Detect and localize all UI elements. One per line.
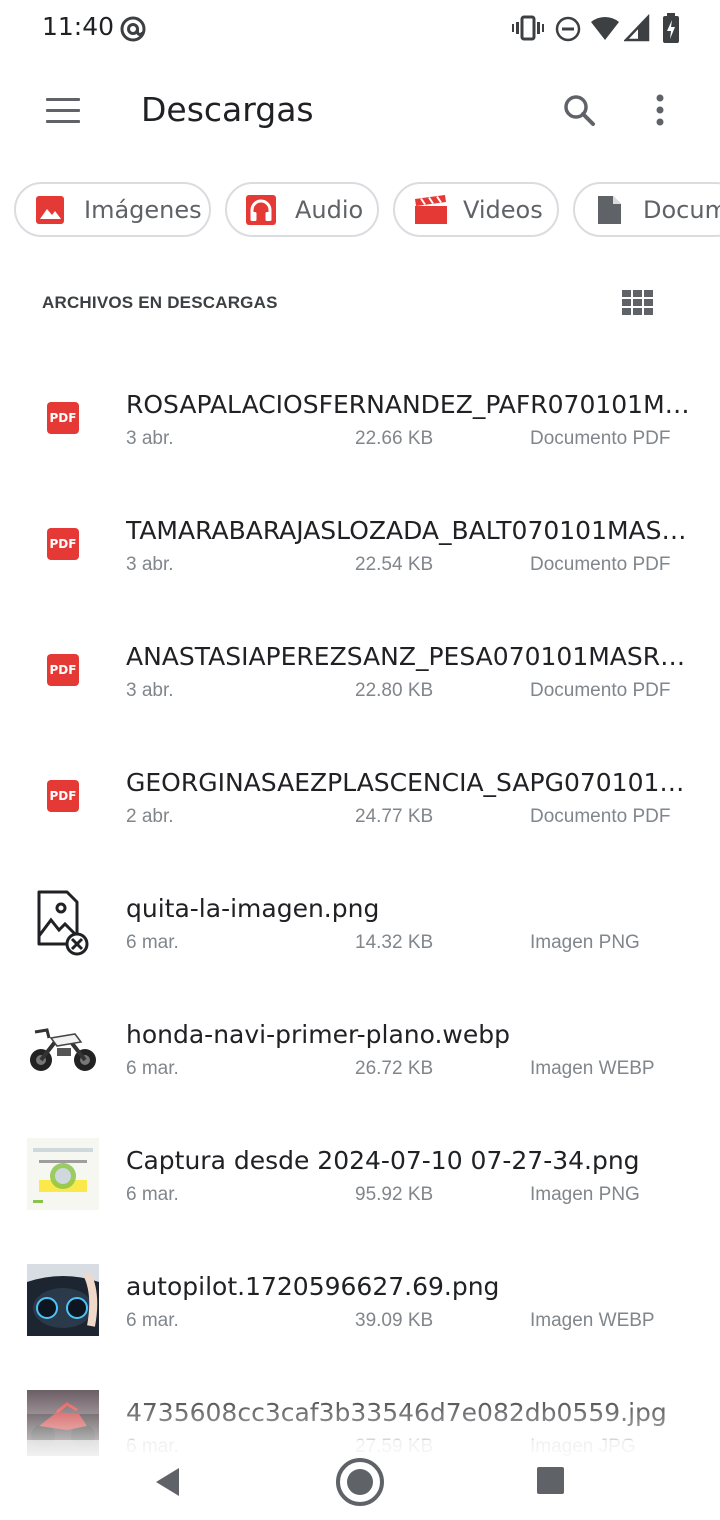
pdf-icon: PDF	[27, 760, 99, 832]
file-name: quita-la-imagen.png	[126, 894, 380, 923]
grid-view-icon[interactable]	[614, 282, 660, 322]
pdf-icon: PDF	[27, 634, 99, 706]
search-icon[interactable]	[556, 86, 604, 134]
vibrate-icon	[512, 15, 544, 41]
file-date: 3 abr.	[126, 680, 174, 701]
chip-audio[interactable]: Audio	[225, 182, 379, 237]
wifi-icon	[591, 16, 619, 40]
file-name: ANASTASIAPEREZSANZ_PESA070101MASRNNA0.pd…	[126, 642, 691, 671]
file-type: Documento PDF	[530, 806, 671, 827]
chip-label: Imágenes	[84, 196, 202, 224]
file-row[interactable]: PDF ROSAPALACIOSFERNANDEZ_PAFR070101MASL…	[0, 356, 720, 482]
headphones-icon	[246, 195, 276, 225]
file-name: Captura desde 2024-07-10 07-27-34.png	[126, 1146, 640, 1175]
file-size: 24.77 KB	[355, 806, 434, 827]
dashboard-thumbnail	[27, 1264, 99, 1336]
more-vert-icon[interactable]	[636, 86, 684, 134]
file-list: PDF ROSAPALACIOSFERNANDEZ_PAFR070101MASL…	[0, 356, 720, 1456]
file-row[interactable]: autopilot.1720596627.69.png 6 mar. 39.09…	[0, 1238, 720, 1364]
file-type: Documento PDF	[530, 680, 671, 701]
signal-icon	[624, 14, 650, 42]
file-row[interactable]: quita-la-imagen.png 6 mar. 14.32 KB Imag…	[0, 860, 720, 986]
file-name: 4735608cc3caf3b33546d7e082db0559.jpg	[126, 1398, 667, 1427]
chip-videos[interactable]: Videos	[393, 182, 559, 237]
file-type: Documento PDF	[530, 554, 671, 575]
app-bar: Descargas	[0, 56, 720, 168]
pdf-icon: PDF	[27, 382, 99, 454]
file-type: Imagen PNG	[530, 932, 640, 953]
file-row[interactable]: honda-navi-primer-plano.webp 6 mar. 26.7…	[0, 986, 720, 1112]
file-name: autopilot.1720596627.69.png	[126, 1272, 500, 1301]
file-row[interactable]: PDF ANASTASIAPEREZSANZ_PESA070101MASRNNA…	[0, 608, 720, 734]
file-type: Imagen WEBP	[530, 1310, 655, 1331]
system-nav-bar	[0, 1440, 720, 1520]
back-triangle-icon[interactable]	[142, 1454, 198, 1510]
file-name: honda-navi-primer-plano.webp	[126, 1020, 510, 1049]
page-title: Descargas	[141, 90, 314, 129]
file-date: 2 abr.	[126, 806, 174, 827]
chip-label: Videos	[463, 196, 543, 224]
pdf-icon: PDF	[27, 508, 99, 580]
file-type: Imagen WEBP	[530, 1058, 655, 1079]
hamburger-menu-icon[interactable]	[36, 88, 90, 136]
section-header: ARCHIVOS EN DESCARGAS	[42, 293, 278, 312]
file-type: Documento PDF	[530, 428, 671, 449]
image-icon	[36, 196, 64, 224]
screenshot-thumbnail	[27, 1138, 99, 1210]
file-date: 6 mar.	[126, 1184, 179, 1205]
recents-square-icon[interactable]	[522, 1454, 578, 1510]
document-icon	[598, 196, 621, 224]
chip-label: Audio	[295, 196, 364, 224]
filter-chips: Imágenes Audio Videos Docum	[0, 180, 720, 240]
clapperboard-icon	[415, 195, 447, 224]
chip-images[interactable]: Imágenes	[14, 182, 211, 237]
home-circle-icon[interactable]	[332, 1454, 388, 1510]
file-date: 3 abr.	[126, 428, 174, 449]
file-row[interactable]: Captura desde 2024-07-10 07-27-34.png 6 …	[0, 1112, 720, 1238]
file-name: ROSAPALACIOSFERNANDEZ_PAFR070101MASLRSA0…	[126, 390, 691, 419]
file-size: 14.32 KB	[355, 932, 434, 953]
file-size: 39.09 KB	[355, 1310, 434, 1331]
file-name: TAMARABARAJASLOZADA_BALT070101MASRZMA0.p…	[126, 516, 691, 545]
at-sign-icon	[120, 16, 146, 42]
chip-label: Docum	[643, 196, 720, 224]
file-size: 22.66 KB	[355, 428, 434, 449]
file-size: 26.72 KB	[355, 1058, 434, 1079]
file-type: Imagen PNG	[530, 1184, 640, 1205]
file-row[interactable]: PDF TAMARABARAJASLOZADA_BALT070101MASRZM…	[0, 482, 720, 608]
file-date: 3 abr.	[126, 554, 174, 575]
motorcycle-thumbnail	[27, 1012, 99, 1084]
file-date: 6 mar.	[126, 1310, 179, 1331]
file-size: 22.80 KB	[355, 680, 434, 701]
chip-documents[interactable]: Docum	[573, 182, 720, 237]
file-date: 6 mar.	[126, 1058, 179, 1079]
file-date: 6 mar.	[126, 932, 179, 953]
do-not-disturb-icon	[555, 16, 581, 42]
status-time: 11:40	[42, 12, 115, 41]
file-size: 22.54 KB	[355, 554, 434, 575]
file-row[interactable]: PDF GEORGINASAEZPLASCENCIA_SAPG070101MAS…	[0, 734, 720, 860]
file-size: 95.92 KB	[355, 1184, 434, 1205]
status-bar: 11:40	[0, 0, 720, 56]
battery-charging-icon	[663, 13, 679, 43]
broken-image-icon	[37, 890, 89, 956]
file-name: GEORGINASAEZPLASCENCIA_SAPG070101MASZLRA…	[126, 768, 691, 797]
